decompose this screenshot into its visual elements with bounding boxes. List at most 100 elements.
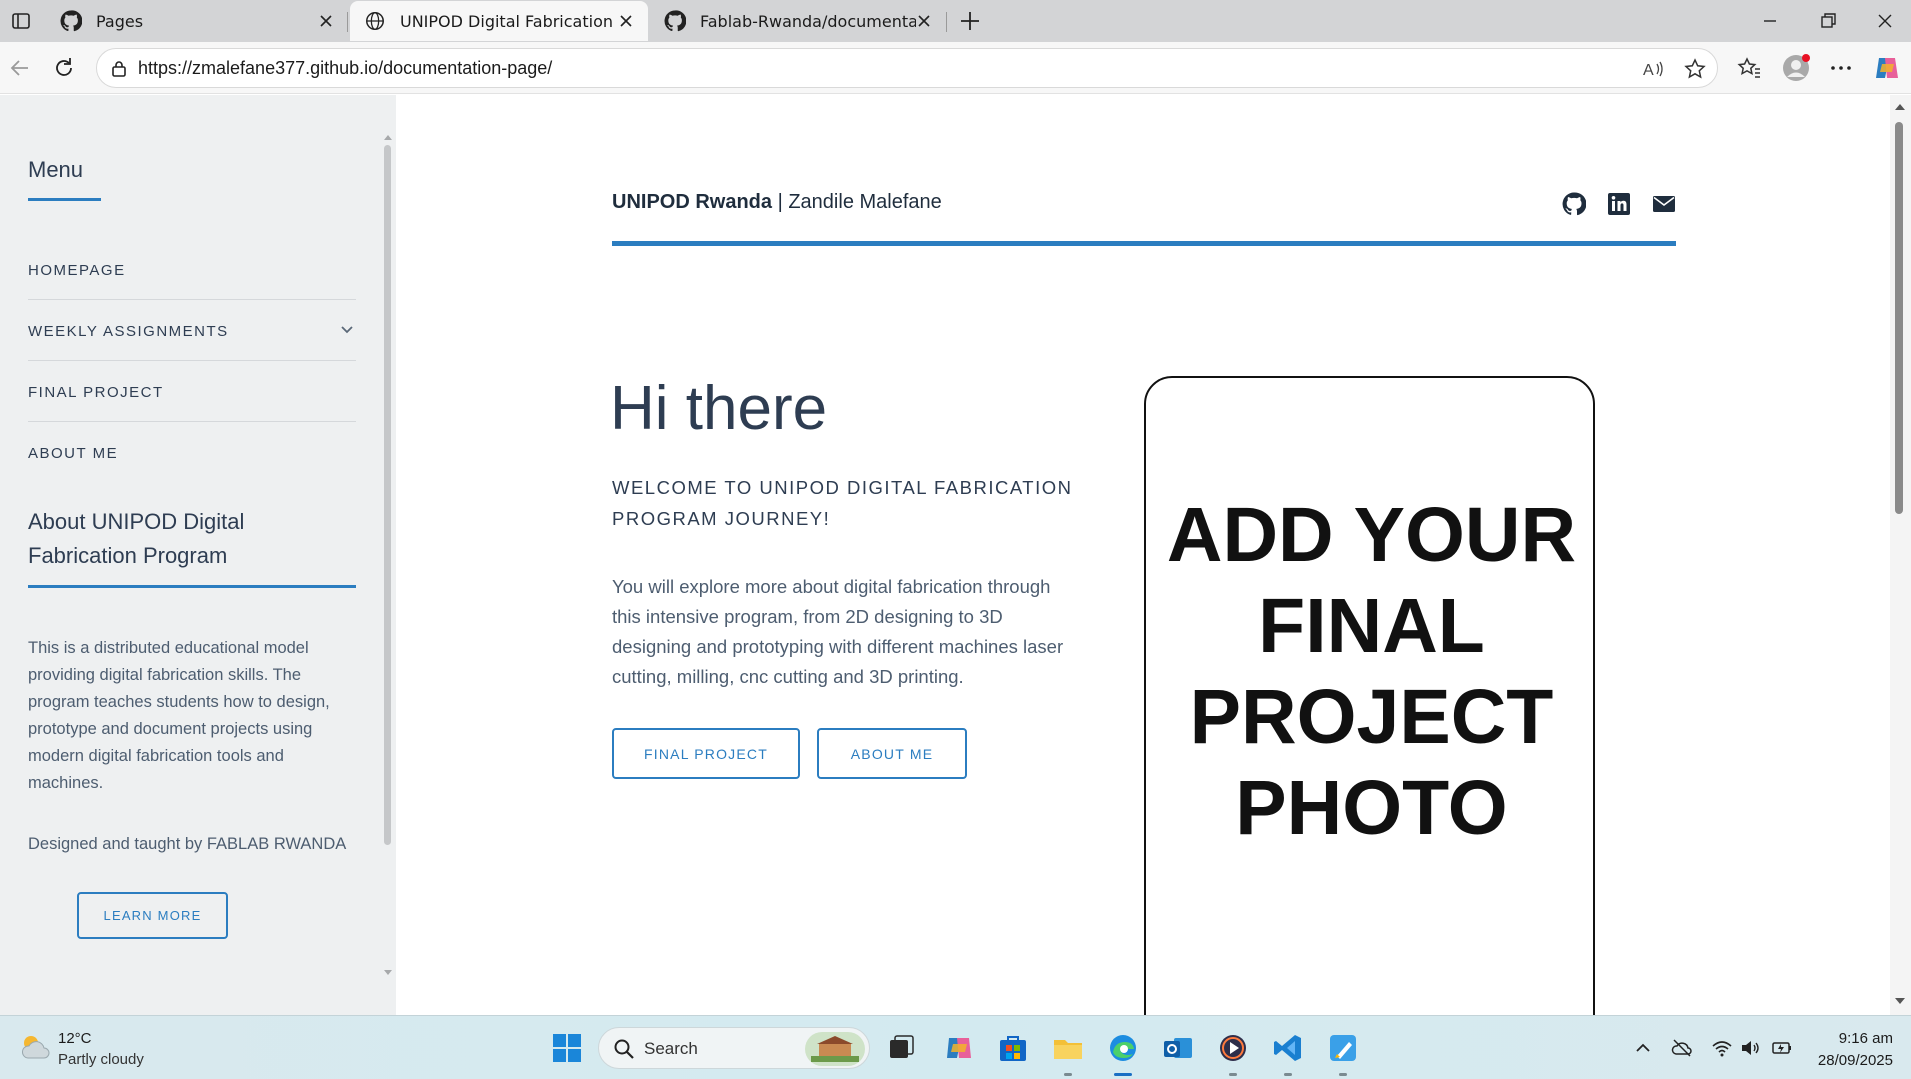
tab-title: Pages (96, 11, 144, 31)
site-title-author: | Zandile Malefane (772, 191, 942, 213)
sidebar-item-label: FINAL PROJECT (28, 384, 164, 401)
chevron-down-icon[interactable] (338, 320, 356, 338)
page-scrollbar-thumb[interactable] (1895, 122, 1903, 514)
minimize-icon[interactable] (1757, 8, 1783, 34)
about-program-title: About UNIPOD Digital Fabrication Program (28, 509, 245, 568)
search-highlight-image-icon (805, 1032, 865, 1066)
weather-temperature[interactable]: 12°C (58, 1030, 92, 1047)
running-indicator (1339, 1073, 1347, 1076)
wifi-icon[interactable] (1711, 1037, 1733, 1059)
github-icon (664, 10, 686, 32)
read-aloud-icon[interactable]: A (1642, 58, 1664, 80)
url-text: https://zmalefane377.github.io/documenta… (138, 58, 553, 78)
windows-start-icon[interactable] (551, 1032, 583, 1064)
tab-pages[interactable]: Pages (46, 1, 348, 41)
tab-unipod[interactable]: UNIPOD Digital Fabrication Progr (350, 1, 648, 41)
file-explorer-icon[interactable] (1052, 1032, 1084, 1064)
about-program-description: This is a distributed educational model … (28, 639, 330, 792)
about-me-button[interactable]: ABOUT ME (817, 728, 967, 779)
about-program-credit: Designed and taught by FABLAB RWANDA (28, 835, 347, 853)
menu-title: Menu (28, 157, 84, 182)
github-icon[interactable] (1562, 192, 1586, 216)
scroll-up-arrow-icon[interactable] (383, 133, 393, 141)
onedrive-offline-icon[interactable] (1671, 1037, 1693, 1059)
clock-time[interactable]: 9:16 am (1839, 1030, 1893, 1047)
tab-title: UNIPOD Digital Fabrication Progr (400, 11, 618, 31)
task-view-icon[interactable] (885, 1032, 917, 1064)
partly-cloudy-icon[interactable] (18, 1030, 52, 1064)
taskbar-search-box[interactable]: Search (598, 1027, 870, 1069)
sidebar-item-label: ABOUT ME (28, 445, 119, 462)
sidebar-item-label: WEEKLY ASSIGNMENTS (28, 323, 229, 340)
favorite-star-icon[interactable] (1684, 58, 1706, 80)
running-indicator (1229, 1073, 1237, 1076)
lock-icon[interactable] (109, 59, 129, 79)
hero-description: You will explore more about digital fabr… (612, 576, 1064, 687)
final-project-photo-placeholder: ADD YOUR FINAL PROJECT PHOTO (1144, 376, 1595, 1015)
microsoft-store-icon[interactable] (997, 1032, 1029, 1064)
edge-browser-icon[interactable] (1107, 1032, 1139, 1064)
refresh-icon[interactable] (51, 55, 77, 81)
profile-avatar-icon[interactable] (1781, 53, 1811, 83)
more-options-icon[interactable] (1828, 55, 1854, 81)
favorites-icon[interactable] (1736, 55, 1762, 81)
sidebar-item-about-me[interactable]: ABOUT ME (28, 422, 356, 483)
scroll-down-arrow-icon[interactable] (383, 969, 393, 977)
site-title-brand: UNIPOD Rwanda (612, 191, 773, 213)
linkedin-icon[interactable] (1607, 192, 1631, 216)
sidebar-scrollbar[interactable] (384, 145, 391, 845)
browser-toolbar: https://zmalefane377.github.io/documenta… (0, 42, 1911, 94)
close-icon[interactable] (916, 13, 932, 29)
running-indicator (1284, 1073, 1292, 1076)
globe-icon (366, 12, 384, 30)
address-bar[interactable]: https://zmalefane377.github.io/documenta… (96, 48, 1718, 88)
photo-placeholder-text: ADD YOUR FINAL PROJECT PHOTO (1166, 492, 1577, 851)
close-icon[interactable] (318, 13, 334, 29)
outlook-icon[interactable] (1162, 1032, 1194, 1064)
tab-separator (347, 12, 348, 32)
volume-icon[interactable] (1739, 1037, 1761, 1059)
sidebar-item-label: HOMEPAGE (28, 262, 126, 279)
sidebar-item-homepage[interactable]: HOMEPAGE (28, 239, 356, 300)
microsoft-365-icon[interactable] (943, 1032, 975, 1064)
scroll-up-arrow-icon[interactable] (1894, 103, 1906, 111)
media-player-icon[interactable] (1217, 1032, 1249, 1064)
running-indicator-active (1114, 1073, 1132, 1076)
site-title: UNIPOD Rwanda | Zandile Malefane (612, 191, 942, 214)
back-icon[interactable] (7, 55, 33, 81)
learn-more-button[interactable]: LEARN MORE (77, 892, 228, 939)
search-label: Search (644, 1039, 698, 1058)
copilot-icon[interactable] (1873, 54, 1901, 82)
search-icon (614, 1039, 634, 1059)
header-divider (612, 241, 1676, 246)
close-icon[interactable] (618, 13, 634, 29)
envelope-icon[interactable] (1652, 192, 1676, 216)
restore-icon[interactable] (1815, 8, 1841, 34)
sidebar-item-weekly-assignments[interactable]: WEEKLY ASSIGNMENTS (28, 300, 356, 361)
new-tab-icon[interactable] (957, 8, 983, 34)
sidebar-item-final-project[interactable]: FINAL PROJECT (28, 361, 356, 422)
running-indicator (1064, 1073, 1072, 1076)
browser-tab-strip: Pages UNIPOD Digital Fabrication Progr F… (0, 0, 1911, 42)
menu-underline (28, 198, 101, 201)
battery-icon[interactable] (1771, 1037, 1793, 1059)
scroll-down-arrow-icon[interactable] (1894, 997, 1906, 1005)
hero-subtitle: WELCOME TO UNIPOD DIGITAL FABRICATION PR… (612, 477, 1073, 529)
hero-heading: Hi there (610, 374, 828, 443)
tab-fablab-repo[interactable]: Fablab-Rwanda/documentation-p (650, 1, 946, 41)
chevron-up-icon[interactable] (1632, 1037, 1654, 1059)
about-underline (28, 585, 356, 588)
svg-text:A: A (1643, 62, 1654, 79)
tab-title: Fablab-Rwanda/documentation-p (700, 11, 916, 31)
tab-separator (946, 12, 947, 32)
github-icon (60, 10, 82, 32)
vs-code-icon[interactable] (1272, 1032, 1304, 1064)
windows-taskbar: 12°C Partly cloudy Search 9:16 am 28/09/… (0, 1015, 1911, 1079)
weather-description[interactable]: Partly cloudy (58, 1051, 144, 1068)
final-project-button[interactable]: FINAL PROJECT (612, 728, 800, 779)
clock-date[interactable]: 28/09/2025 (1818, 1052, 1893, 1069)
paint-app-icon[interactable] (1327, 1032, 1359, 1064)
sidebar: Menu HOMEPAGE WEEKLY ASSIGNMENTS FINAL P… (0, 95, 396, 1015)
tab-actions-icon[interactable] (8, 8, 34, 34)
close-window-icon[interactable] (1872, 8, 1898, 34)
